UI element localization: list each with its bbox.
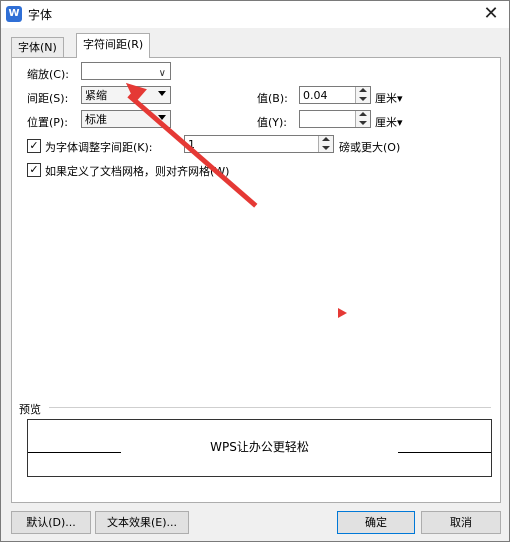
title-bar: W 字体 ✕: [1, 1, 509, 28]
dropdown-arrow-icon: [158, 91, 166, 96]
tab-font[interactable]: 字体(N): [11, 37, 64, 58]
default-button[interactable]: 默认(D)...: [11, 511, 91, 534]
chevron-down-icon: ∨: [158, 68, 166, 79]
position-label: 位置(P):: [27, 116, 68, 129]
kerning-input[interactable]: 1: [184, 135, 334, 153]
position-amount-input[interactable]: [299, 110, 371, 128]
spacing-amount-label: 值(B):: [257, 92, 288, 105]
spinner-icon[interactable]: [355, 87, 370, 103]
spinner-icon[interactable]: [355, 111, 370, 127]
dialog-title: 字体: [28, 8, 53, 22]
spacing-label: 间距(S):: [27, 92, 69, 105]
snap-grid-checkbox[interactable]: ✓: [27, 163, 41, 177]
preview-box: WPS让办公更轻松: [27, 419, 492, 477]
position-amount-label: 值(Y):: [257, 116, 288, 129]
spacing-amount-input[interactable]: 0.04: [299, 86, 371, 104]
kerning-suffix: 磅或更大(O): [339, 141, 401, 154]
kerning-label: 为字体调整字间距(K):: [45, 141, 153, 154]
spacing-value: 紧缩: [85, 89, 107, 102]
preview-label: 预览: [19, 403, 41, 416]
tab-character-spacing[interactable]: 字符间距(R): [76, 33, 151, 58]
preview-divider: [49, 407, 491, 408]
text-effects-button[interactable]: 文本效果(E)...: [95, 511, 189, 534]
close-icon[interactable]: ✕: [481, 4, 501, 24]
ok-button[interactable]: 确定: [337, 511, 415, 534]
baseline-right: [398, 452, 491, 453]
font-dialog: W 字体 ✕ 字体(N) 字符间距(R) 缩放(C): ∨ 间距(S): 紧缩 …: [0, 0, 510, 542]
position-value: 标准: [85, 113, 107, 126]
wps-app-icon: W: [6, 6, 22, 22]
scale-dropdown[interactable]: ∨: [81, 62, 171, 80]
spacing-amount-value: 0.04: [303, 89, 328, 102]
snap-grid-label: 如果定义了文档网格，则对齐网格(W): [45, 165, 230, 178]
annotation-marker: [338, 308, 347, 318]
scale-label: 缩放(C):: [27, 68, 69, 81]
cancel-button[interactable]: 取消: [421, 511, 501, 534]
spinner-icon[interactable]: [318, 136, 333, 152]
kerning-checkbox[interactable]: ✓: [27, 139, 41, 153]
spacing-unit-dropdown[interactable]: 厘米▾: [375, 90, 403, 106]
position-unit-dropdown[interactable]: 厘米▾: [375, 114, 403, 130]
